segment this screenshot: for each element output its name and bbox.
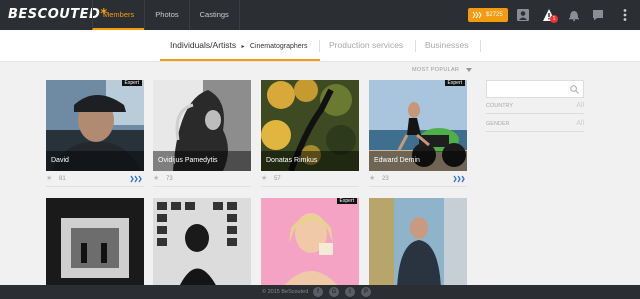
like-count: 81	[59, 176, 66, 182]
member-stats: ★ 57	[261, 171, 359, 187]
steem-icon	[453, 175, 465, 183]
tab-individuals[interactable]: Individuals/Artists ▸ Cinematographers	[160, 30, 320, 61]
member-name: David	[46, 151, 144, 171]
member-stats: ★ 23	[369, 171, 467, 187]
photo-portrait-pink	[261, 198, 359, 285]
photo-man-street	[369, 198, 467, 285]
steem-icon	[472, 11, 482, 19]
logo-text: BESCOUTED	[8, 7, 101, 22]
member-stats: ★ 73	[153, 171, 251, 187]
main-nav: Members Photos Castings	[92, 0, 240, 30]
chevron-down-icon	[466, 67, 473, 72]
steem-icon	[130, 175, 142, 183]
nav-photos[interactable]: Photos	[144, 0, 188, 30]
gender-label: GENDER	[486, 121, 510, 127]
country-value: All	[576, 102, 584, 109]
member-photo[interactable]: Donatas Rimkus	[261, 80, 359, 171]
member-photo[interactable]	[46, 198, 144, 285]
pinterest-icon[interactable]: P	[361, 287, 371, 297]
tab-businesses[interactable]: Businesses	[425, 30, 468, 61]
copyright: © 2015 BeScouted	[262, 289, 309, 295]
member-name: Ovidijus Pamedytis	[153, 151, 251, 171]
wallet-button[interactable]: $2725	[468, 8, 508, 22]
facebook-icon[interactable]: f	[313, 287, 323, 297]
wallet-amount: $2725	[486, 12, 503, 18]
like-count: 23	[382, 176, 389, 182]
notification-badge: 1	[550, 15, 558, 23]
twitter-icon[interactable]: t	[345, 287, 355, 297]
photo-collage	[153, 198, 251, 285]
member-photo[interactable]: Edward Demin Expert	[369, 80, 467, 171]
member-photo[interactable]	[369, 198, 467, 285]
member-card[interactable]: Expert	[261, 198, 359, 285]
member-photo[interactable]: Ovidijus Pamedytis	[153, 80, 251, 171]
tab-divider	[415, 40, 416, 52]
nav-members[interactable]: Members	[92, 0, 145, 30]
gender-value: All	[576, 120, 584, 127]
star-icon[interactable]: ★	[369, 171, 375, 187]
member-card[interactable]	[369, 198, 467, 285]
member-photo[interactable]	[153, 198, 251, 285]
gender-filter[interactable]: GENDER All	[486, 116, 584, 132]
member-card[interactable]	[153, 198, 251, 285]
search-icon[interactable]	[570, 85, 579, 94]
star-icon[interactable]: ★	[46, 171, 52, 187]
sort-dropdown[interactable]: MOST POPULAR	[412, 67, 473, 73]
search-input[interactable]	[486, 80, 584, 98]
expert-badge: Expert	[121, 80, 142, 86]
google-plus-icon[interactable]: G	[329, 287, 339, 297]
footer: © 2015 BeScouted f G t P	[0, 285, 640, 299]
country-filter[interactable]: COUNTRY All	[486, 98, 584, 114]
more-menu-icon[interactable]	[618, 8, 632, 22]
tab-individuals-label: Individuals/Artists	[170, 40, 237, 50]
messages-icon[interactable]	[591, 8, 605, 22]
tab-production-services[interactable]: Production services	[329, 30, 403, 61]
expert-badge: Expert	[444, 80, 465, 86]
member-name: Edward Demin	[369, 151, 467, 171]
like-count: 73	[166, 176, 173, 182]
tab-divider	[319, 40, 320, 52]
bell-icon[interactable]	[567, 8, 581, 22]
member-stats: ★ 81	[46, 171, 144, 187]
member-card[interactable]	[46, 198, 144, 285]
expert-badge: Expert	[336, 198, 357, 204]
photo-street	[46, 198, 144, 285]
profile-icon[interactable]	[516, 8, 530, 22]
category-tabs: Individuals/Artists ▸ Cinematographers P…	[0, 30, 640, 62]
tab-divider	[480, 40, 481, 52]
breadcrumb-arrow: ▸	[241, 44, 245, 50]
member-name: Donatas Rimkus	[261, 151, 359, 171]
member-photo[interactable]: David Expert	[46, 80, 144, 171]
top-navbar: BESCOUTED* Members Photos Castings $2725…	[0, 0, 640, 30]
like-count: 57	[274, 176, 281, 182]
member-photo[interactable]: Expert	[261, 198, 359, 285]
star-icon[interactable]: ★	[261, 171, 267, 187]
sort-label: MOST POPULAR	[412, 67, 460, 73]
star-icon[interactable]: ★	[153, 171, 159, 187]
tab-individuals-sub[interactable]: Cinematographers	[250, 43, 308, 50]
nav-castings[interactable]: Castings	[188, 0, 240, 30]
country-label: COUNTRY	[486, 103, 514, 109]
